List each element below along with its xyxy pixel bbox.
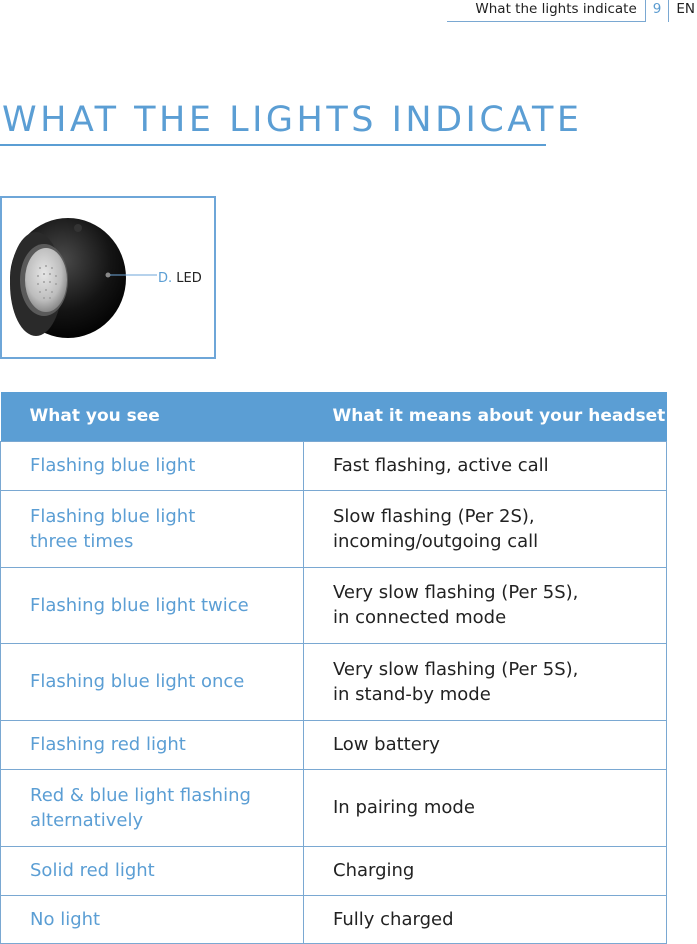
meaning-cell: Fully charged [303, 894, 667, 944]
led-figure: D. LED [0, 196, 216, 359]
table-row: Flashing blue light once Very slow flash… [0, 642, 667, 721]
running-header: What the lights indicate 9 EN [447, 0, 697, 22]
table-row: Red & blue light flashing alternatively … [0, 768, 667, 847]
light-pattern-cell: Flashing red light [0, 719, 304, 770]
callout-text: LED [172, 271, 202, 286]
light-pattern-cell: Red & blue light flashing alternatively [0, 768, 304, 847]
light-pattern-cell: Solid red light [0, 845, 304, 896]
led-callout-label: D. LED [158, 271, 202, 286]
callout-letter: D. [158, 271, 173, 286]
light-pattern-cell: Flashing blue light [0, 440, 304, 491]
page-number: 9 [644, 0, 670, 22]
page-title: WHAT THE LIGHTS INDICATE [2, 100, 583, 140]
light-pattern-cell: Flashing blue light once [0, 642, 304, 721]
meaning-cell: Very slow flashing (Per 5S), in connecte… [303, 566, 667, 644]
table-row: Flashing blue light Fast flashing, activ… [0, 440, 667, 491]
language-code: EN [676, 1, 695, 17]
title-rule [0, 144, 546, 146]
light-pattern-cell: Flashing blue light twice [0, 566, 304, 644]
column-header-what-it-means: What it means about your headset [303, 392, 667, 441]
meaning-cell: Charging [303, 845, 667, 896]
table-row: No light Fully charged [0, 894, 667, 944]
table-row: Solid red light Charging [0, 845, 667, 896]
led-status-table: What you see What it means about your he… [0, 392, 667, 944]
meaning-cell: Low battery [303, 719, 667, 770]
column-header-what-you-see: What you see [0, 392, 304, 441]
light-pattern-cell: Flashing blue light three times [0, 489, 304, 568]
light-pattern-cell: No light [0, 894, 304, 944]
running-header-title: What the lights indicate [447, 0, 645, 22]
table-row: Flashing blue light twice Very slow flas… [0, 566, 667, 644]
table-header-row: What you see What it means about your he… [0, 392, 667, 441]
meaning-cell: Fast flashing, active call [303, 440, 667, 491]
table-row: Flashing blue light three times Slow fla… [0, 489, 667, 568]
meaning-cell: Slow flashing (Per 2S), incoming/outgoin… [303, 489, 667, 568]
meaning-cell: Very slow flashing (Per 5S), in stand-by… [303, 642, 667, 721]
meaning-cell: In pairing mode [303, 768, 667, 847]
table-row: Flashing red light Low battery [0, 719, 667, 770]
